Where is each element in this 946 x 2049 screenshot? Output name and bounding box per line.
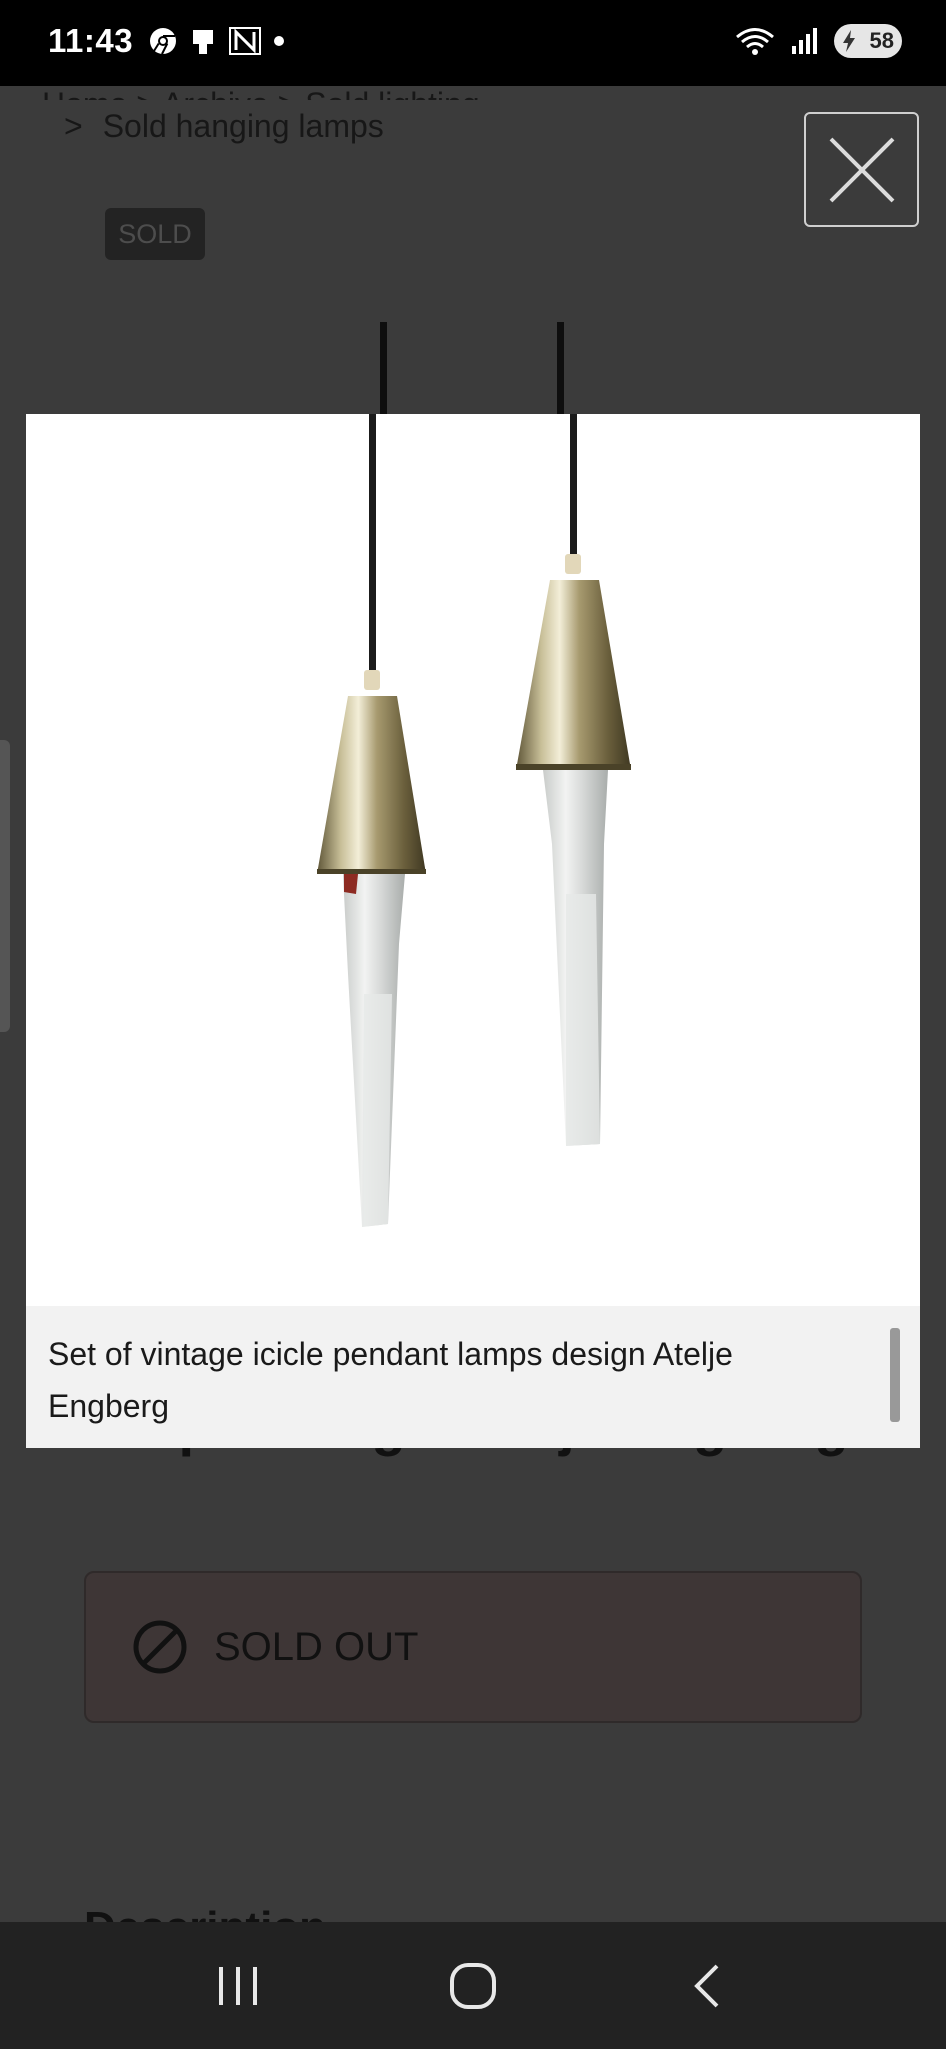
wifi-icon [736, 28, 774, 55]
status-time: 11:43 [48, 22, 134, 59]
notification-icons [148, 26, 286, 56]
breadcrumb[interactable]: > Sold hanging lamps [64, 108, 384, 145]
description-heading: Description [84, 1906, 326, 1922]
edge-panel-handle[interactable] [0, 740, 10, 1032]
close-button[interactable] [804, 112, 919, 227]
home-button[interactable] [413, 1946, 533, 2026]
navigation-bar [0, 1922, 946, 2049]
breadcrumb-current[interactable]: Sold hanging lamps [103, 108, 384, 144]
sold-out-label: SOLD OUT [214, 1624, 419, 1669]
back-icon [694, 1964, 719, 2007]
dot-icon [274, 36, 284, 46]
home-icon [449, 1962, 496, 2009]
battery-level: 58 [869, 28, 894, 53]
recents-button[interactable] [178, 1946, 298, 2026]
status-bar: 11:43 58 [0, 0, 946, 86]
sold-badge: SOLD [105, 208, 205, 260]
battery-indicator: 58 [834, 24, 902, 58]
charging-icon [843, 30, 855, 52]
back-button[interactable] [648, 1946, 768, 2026]
phone-icon [193, 30, 213, 54]
breadcrumb-top: Home > Archive > Sold lighting [42, 86, 480, 100]
sold-out-status: SOLD OUT [84, 1571, 862, 1723]
lightbox: Set of vintage icicle pendant lamps desi… [26, 414, 920, 1448]
n-app-icon [229, 27, 261, 55]
recents-icon [218, 1966, 257, 2005]
lamp-cord-right [557, 322, 564, 414]
breadcrumb-separator: > [64, 108, 83, 144]
no-symbol-icon [133, 1620, 187, 1674]
lamp-cord-left [380, 322, 387, 414]
chrome-icon [150, 28, 176, 55]
system-icons: 58 [734, 24, 902, 58]
product-image[interactable] [26, 414, 920, 1306]
caption-text: Set of vintage icicle pendant lamps desi… [48, 1336, 733, 1424]
close-icon [829, 137, 894, 202]
image-caption: Set of vintage icicle pendant lamps desi… [26, 1306, 920, 1448]
caption-scrollbar[interactable] [890, 1328, 900, 1422]
signal-icon [792, 28, 817, 54]
